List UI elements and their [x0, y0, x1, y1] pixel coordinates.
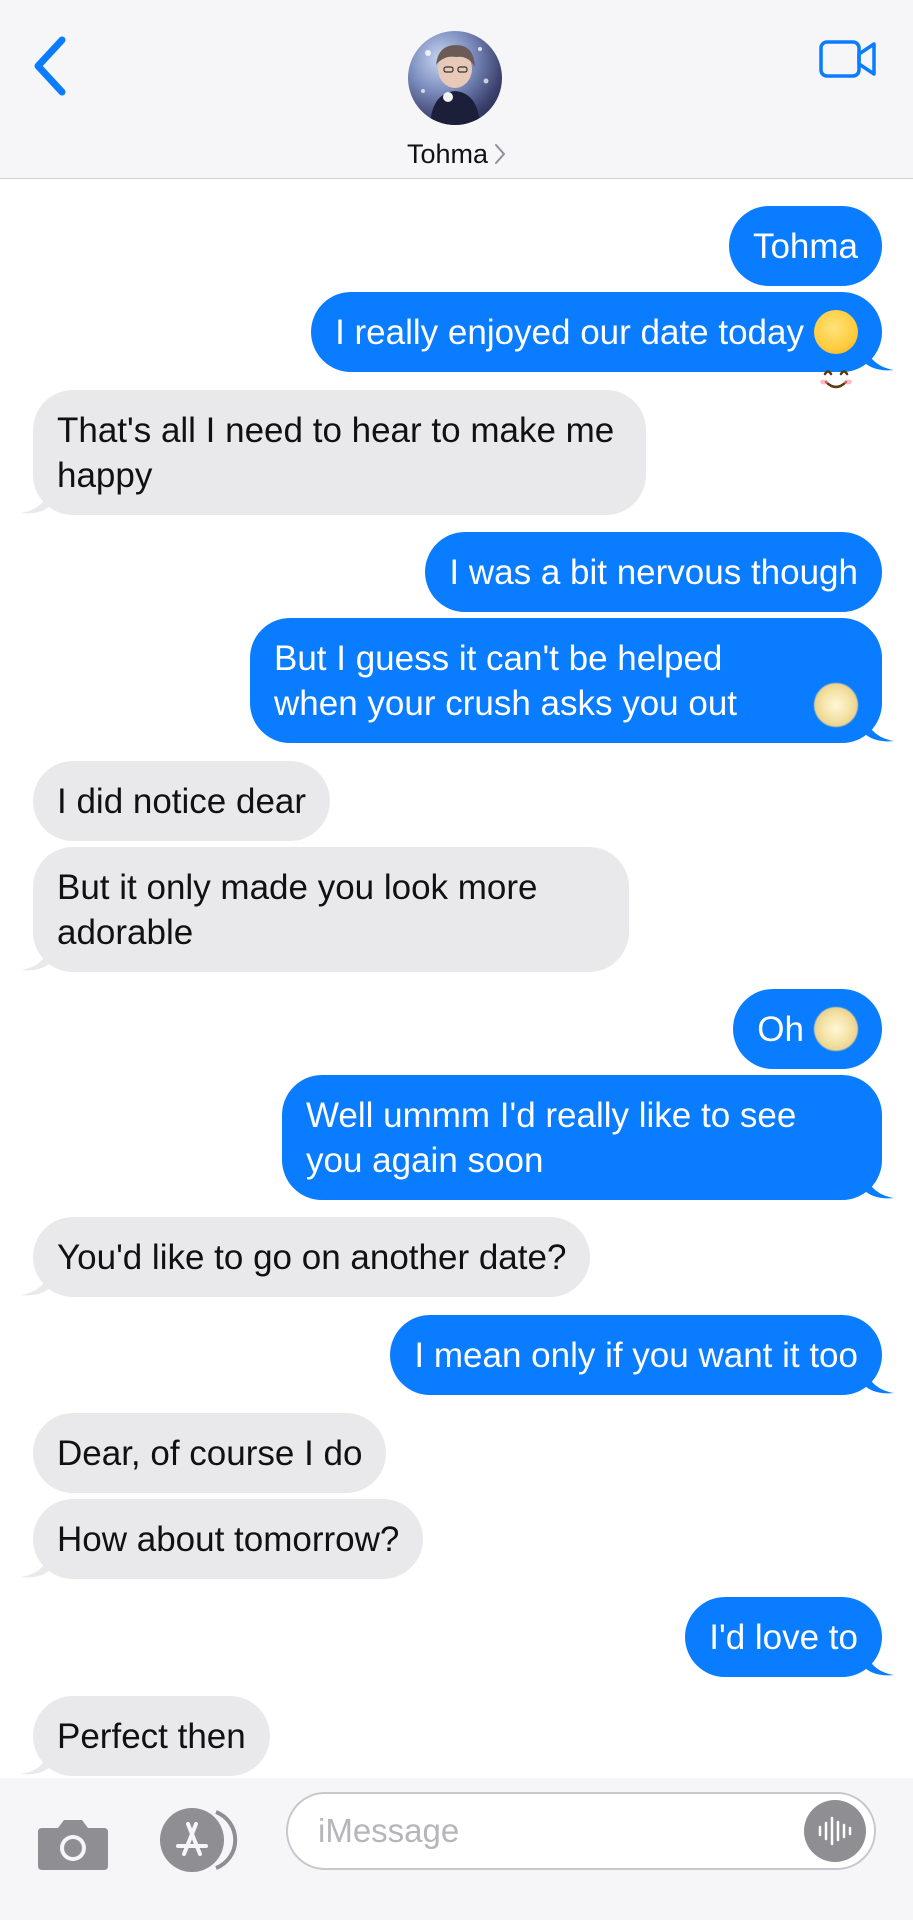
message-text: You'd like to go on another date? [57, 1237, 567, 1277]
outgoing-message[interactable]: Oh [733, 989, 882, 1069]
back-button[interactable] [30, 34, 74, 98]
message-text: But I guess it can't be helped when your… [274, 638, 738, 723]
camera-icon [38, 1820, 108, 1870]
audio-message-button[interactable] [804, 1800, 866, 1862]
message-text: I was a bit nervous though [449, 552, 858, 592]
chevron-right-icon [495, 144, 506, 164]
outgoing-message[interactable]: Tohma [728, 206, 882, 286]
smiling-face-emoji [814, 310, 858, 389]
outgoing-message[interactable]: I'd love to [685, 1597, 894, 1677]
message-text: But it only made you look more adorable [57, 867, 538, 952]
bubble-tail [21, 1744, 51, 1775]
incoming-message[interactable]: Dear, of course I do [33, 1413, 387, 1493]
outgoing-message[interactable]: I was a bit nervous though [425, 532, 882, 612]
audio-waveform-icon [818, 1816, 852, 1846]
outgoing-message[interactable]: I mean only if you want it too [390, 1315, 894, 1395]
message-text: Dear, of course I do [57, 1433, 363, 1473]
bubble-tail [864, 1645, 894, 1676]
app-store-button[interactable] [156, 1806, 240, 1874]
incoming-message[interactable]: I did notice dear [33, 761, 331, 841]
outgoing-message[interactable]: I really enjoyed our date today [311, 292, 894, 389]
incoming-message[interactable]: But it only made you look more adorable [21, 847, 629, 972]
message-text: I'd love to [709, 1617, 858, 1657]
message-text: How about tomorrow? [57, 1519, 400, 1559]
incoming-message[interactable]: You'd like to go on another date? [21, 1217, 591, 1297]
bubble-tail [21, 1265, 51, 1296]
contact-name: Tohma [406, 138, 489, 169]
outgoing-message[interactable]: But I guess it can't be helped when your… [250, 618, 894, 743]
camera-button[interactable] [36, 1816, 110, 1872]
contact-name-button[interactable]: Tohma [0, 136, 913, 172]
incoming-message[interactable]: That's all I need to hear to make me hap… [21, 390, 646, 515]
outgoing-message[interactable]: Well ummm I'd really like to see you aga… [282, 1075, 894, 1200]
bubble-tail [21, 1547, 51, 1578]
message-text: I mean only if you want it too [414, 1335, 858, 1375]
message-text: Tohma [752, 226, 858, 266]
compose-bar [0, 1778, 913, 1920]
blurred-emoji [814, 683, 858, 727]
avatar-image [421, 45, 489, 125]
video-camera-icon [819, 40, 876, 78]
bubble-tail [864, 1363, 894, 1394]
app-store-icon [160, 1808, 238, 1872]
message-text: I really enjoyed our date today [335, 312, 804, 352]
bubble-tail [21, 940, 51, 971]
message-thread[interactable]: Tohma I really enjoyed our date today Th… [0, 180, 913, 1778]
bubble-tail [864, 1168, 894, 1199]
contact-avatar[interactable] [408, 31, 502, 125]
incoming-message[interactable]: How about tomorrow? [21, 1499, 424, 1579]
bubble-tail [21, 483, 51, 514]
video-call-button[interactable] [818, 38, 878, 80]
incoming-message[interactable]: Perfect then [21, 1696, 270, 1776]
bubble-tail [864, 711, 894, 742]
message-text: Perfect then [57, 1716, 246, 1756]
back-chevron-icon [34, 36, 66, 96]
message-text: I did notice dear [57, 781, 307, 821]
blurred-emoji [814, 1007, 858, 1051]
message-text: Oh [757, 1009, 804, 1049]
bubble-tail [864, 340, 894, 371]
conversation-header: Tohma [0, 0, 913, 179]
message-input[interactable] [316, 1811, 756, 1851]
message-text: That's all I need to hear to make me hap… [57, 410, 615, 495]
message-text: Well ummm I'd really like to see you aga… [306, 1095, 797, 1180]
message-input-field[interactable] [286, 1792, 876, 1870]
